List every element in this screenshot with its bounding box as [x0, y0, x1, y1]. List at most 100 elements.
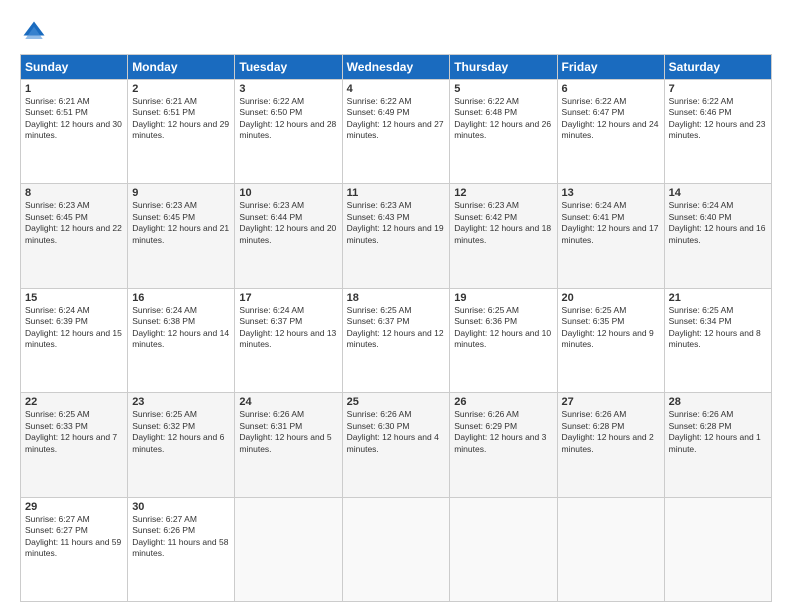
- calendar-cell: 19Sunrise: 6:25 AMSunset: 6:36 PMDayligh…: [450, 288, 557, 392]
- calendar-cell: 27Sunrise: 6:26 AMSunset: 6:28 PMDayligh…: [557, 393, 664, 497]
- day-content: Sunrise: 6:26 AMSunset: 6:31 PMDaylight:…: [239, 409, 337, 455]
- calendar-cell: 15Sunrise: 6:24 AMSunset: 6:39 PMDayligh…: [21, 288, 128, 392]
- day-number: 4: [347, 83, 446, 95]
- logo: [20, 18, 52, 46]
- day-number: 2: [132, 83, 230, 95]
- day-content: Sunrise: 6:25 AMSunset: 6:37 PMDaylight:…: [347, 305, 446, 351]
- day-content: Sunrise: 6:22 AMSunset: 6:46 PMDaylight:…: [669, 96, 767, 142]
- calendar-table: SundayMondayTuesdayWednesdayThursdayFrid…: [20, 54, 772, 602]
- calendar-cell: [450, 497, 557, 601]
- calendar-cell: 23Sunrise: 6:25 AMSunset: 6:32 PMDayligh…: [128, 393, 235, 497]
- calendar-cell: 29Sunrise: 6:27 AMSunset: 6:27 PMDayligh…: [21, 497, 128, 601]
- day-number: 17: [239, 292, 337, 304]
- day-number: 1: [25, 83, 123, 95]
- col-header-friday: Friday: [557, 55, 664, 80]
- day-content: Sunrise: 6:23 AMSunset: 6:43 PMDaylight:…: [347, 200, 446, 246]
- calendar-cell: 11Sunrise: 6:23 AMSunset: 6:43 PMDayligh…: [342, 184, 450, 288]
- day-number: 12: [454, 187, 552, 199]
- day-number: 9: [132, 187, 230, 199]
- day-number: 13: [562, 187, 660, 199]
- day-content: Sunrise: 6:22 AMSunset: 6:47 PMDaylight:…: [562, 96, 660, 142]
- calendar-cell: 10Sunrise: 6:23 AMSunset: 6:44 PMDayligh…: [235, 184, 342, 288]
- col-header-sunday: Sunday: [21, 55, 128, 80]
- day-number: 19: [454, 292, 552, 304]
- day-number: 25: [347, 396, 446, 408]
- calendar-cell: 13Sunrise: 6:24 AMSunset: 6:41 PMDayligh…: [557, 184, 664, 288]
- day-content: Sunrise: 6:26 AMSunset: 6:30 PMDaylight:…: [347, 409, 446, 455]
- day-number: 7: [669, 83, 767, 95]
- day-content: Sunrise: 6:26 AMSunset: 6:28 PMDaylight:…: [562, 409, 660, 455]
- day-content: Sunrise: 6:22 AMSunset: 6:49 PMDaylight:…: [347, 96, 446, 142]
- day-content: Sunrise: 6:23 AMSunset: 6:42 PMDaylight:…: [454, 200, 552, 246]
- day-number: 20: [562, 292, 660, 304]
- calendar-cell: [342, 497, 450, 601]
- calendar-cell: [235, 497, 342, 601]
- day-content: Sunrise: 6:24 AMSunset: 6:37 PMDaylight:…: [239, 305, 337, 351]
- calendar-week-3: 15Sunrise: 6:24 AMSunset: 6:39 PMDayligh…: [21, 288, 772, 392]
- day-content: Sunrise: 6:21 AMSunset: 6:51 PMDaylight:…: [132, 96, 230, 142]
- day-number: 21: [669, 292, 767, 304]
- calendar-cell: [664, 497, 771, 601]
- calendar-cell: 4Sunrise: 6:22 AMSunset: 6:49 PMDaylight…: [342, 80, 450, 184]
- col-header-saturday: Saturday: [664, 55, 771, 80]
- calendar-cell: 9Sunrise: 6:23 AMSunset: 6:45 PMDaylight…: [128, 184, 235, 288]
- calendar-cell: 20Sunrise: 6:25 AMSunset: 6:35 PMDayligh…: [557, 288, 664, 392]
- day-number: 10: [239, 187, 337, 199]
- col-header-tuesday: Tuesday: [235, 55, 342, 80]
- day-content: Sunrise: 6:25 AMSunset: 6:34 PMDaylight:…: [669, 305, 767, 351]
- day-content: Sunrise: 6:22 AMSunset: 6:48 PMDaylight:…: [454, 96, 552, 142]
- calendar-cell: 7Sunrise: 6:22 AMSunset: 6:46 PMDaylight…: [664, 80, 771, 184]
- day-number: 16: [132, 292, 230, 304]
- calendar-cell: 8Sunrise: 6:23 AMSunset: 6:45 PMDaylight…: [21, 184, 128, 288]
- calendar-cell: 18Sunrise: 6:25 AMSunset: 6:37 PMDayligh…: [342, 288, 450, 392]
- day-number: 8: [25, 187, 123, 199]
- day-content: Sunrise: 6:25 AMSunset: 6:32 PMDaylight:…: [132, 409, 230, 455]
- calendar-cell: 21Sunrise: 6:25 AMSunset: 6:34 PMDayligh…: [664, 288, 771, 392]
- day-number: 30: [132, 501, 230, 513]
- calendar-cell: 1Sunrise: 6:21 AMSunset: 6:51 PMDaylight…: [21, 80, 128, 184]
- day-content: Sunrise: 6:24 AMSunset: 6:40 PMDaylight:…: [669, 200, 767, 246]
- logo-icon: [20, 18, 48, 46]
- calendar-week-5: 29Sunrise: 6:27 AMSunset: 6:27 PMDayligh…: [21, 497, 772, 601]
- calendar-cell: 2Sunrise: 6:21 AMSunset: 6:51 PMDaylight…: [128, 80, 235, 184]
- col-header-wednesday: Wednesday: [342, 55, 450, 80]
- day-content: Sunrise: 6:27 AMSunset: 6:27 PMDaylight:…: [25, 514, 123, 560]
- calendar-cell: [557, 497, 664, 601]
- day-content: Sunrise: 6:26 AMSunset: 6:28 PMDaylight:…: [669, 409, 767, 455]
- calendar-cell: 28Sunrise: 6:26 AMSunset: 6:28 PMDayligh…: [664, 393, 771, 497]
- day-number: 27: [562, 396, 660, 408]
- day-content: Sunrise: 6:21 AMSunset: 6:51 PMDaylight:…: [25, 96, 123, 142]
- day-number: 11: [347, 187, 446, 199]
- calendar-cell: 22Sunrise: 6:25 AMSunset: 6:33 PMDayligh…: [21, 393, 128, 497]
- day-number: 28: [669, 396, 767, 408]
- day-content: Sunrise: 6:25 AMSunset: 6:33 PMDaylight:…: [25, 409, 123, 455]
- day-number: 18: [347, 292, 446, 304]
- col-header-monday: Monday: [128, 55, 235, 80]
- day-content: Sunrise: 6:24 AMSunset: 6:39 PMDaylight:…: [25, 305, 123, 351]
- day-number: 15: [25, 292, 123, 304]
- day-number: 23: [132, 396, 230, 408]
- page: SundayMondayTuesdayWednesdayThursdayFrid…: [0, 0, 792, 612]
- day-content: Sunrise: 6:23 AMSunset: 6:44 PMDaylight:…: [239, 200, 337, 246]
- day-number: 29: [25, 501, 123, 513]
- day-number: 24: [239, 396, 337, 408]
- calendar-week-1: 1Sunrise: 6:21 AMSunset: 6:51 PMDaylight…: [21, 80, 772, 184]
- col-header-thursday: Thursday: [450, 55, 557, 80]
- day-number: 22: [25, 396, 123, 408]
- calendar-header-row: SundayMondayTuesdayWednesdayThursdayFrid…: [21, 55, 772, 80]
- calendar-cell: 17Sunrise: 6:24 AMSunset: 6:37 PMDayligh…: [235, 288, 342, 392]
- calendar-cell: 16Sunrise: 6:24 AMSunset: 6:38 PMDayligh…: [128, 288, 235, 392]
- day-content: Sunrise: 6:24 AMSunset: 6:41 PMDaylight:…: [562, 200, 660, 246]
- calendar-week-4: 22Sunrise: 6:25 AMSunset: 6:33 PMDayligh…: [21, 393, 772, 497]
- day-content: Sunrise: 6:27 AMSunset: 6:26 PMDaylight:…: [132, 514, 230, 560]
- calendar-cell: 12Sunrise: 6:23 AMSunset: 6:42 PMDayligh…: [450, 184, 557, 288]
- calendar-cell: 3Sunrise: 6:22 AMSunset: 6:50 PMDaylight…: [235, 80, 342, 184]
- day-number: 14: [669, 187, 767, 199]
- calendar-cell: 26Sunrise: 6:26 AMSunset: 6:29 PMDayligh…: [450, 393, 557, 497]
- day-number: 3: [239, 83, 337, 95]
- day-content: Sunrise: 6:23 AMSunset: 6:45 PMDaylight:…: [132, 200, 230, 246]
- calendar-cell: 5Sunrise: 6:22 AMSunset: 6:48 PMDaylight…: [450, 80, 557, 184]
- day-content: Sunrise: 6:26 AMSunset: 6:29 PMDaylight:…: [454, 409, 552, 455]
- calendar-cell: 24Sunrise: 6:26 AMSunset: 6:31 PMDayligh…: [235, 393, 342, 497]
- header: [20, 18, 772, 46]
